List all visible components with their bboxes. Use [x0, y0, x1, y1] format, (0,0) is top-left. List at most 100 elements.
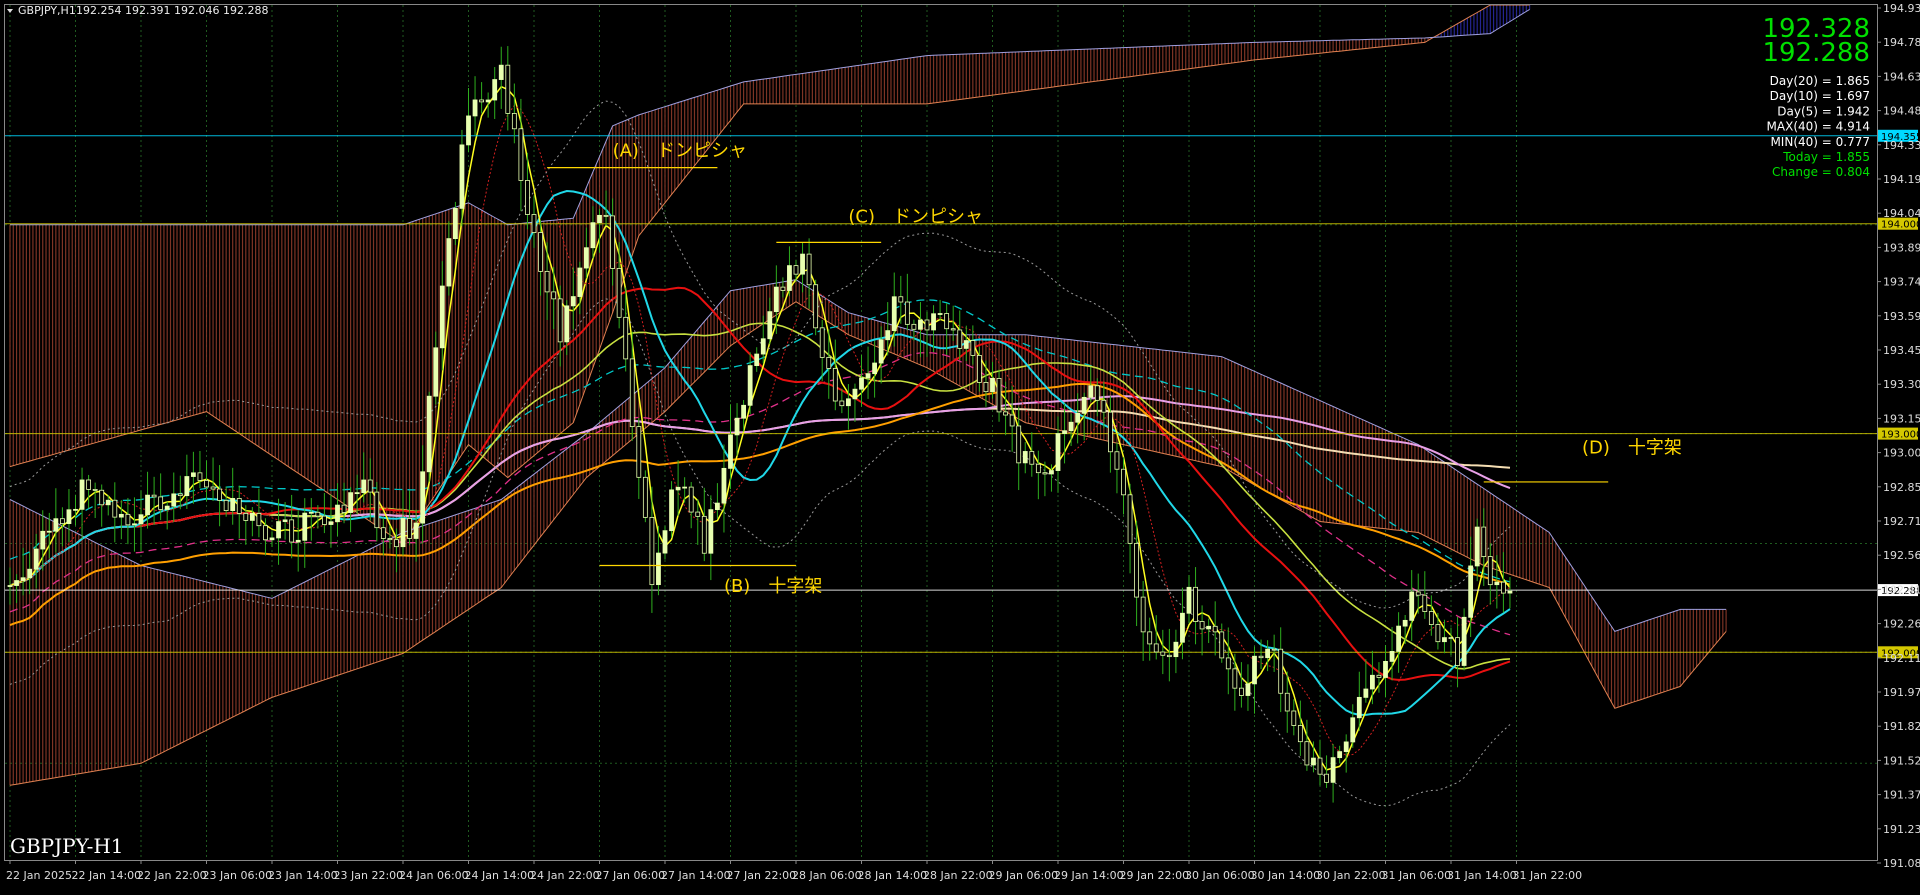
candle-body: [963, 340, 969, 349]
candle-body: [1383, 661, 1388, 678]
candle-body: [289, 519, 295, 543]
stat-line: Day(5) = 1.942: [1777, 104, 1870, 118]
candle-body: [544, 270, 550, 293]
candle-body: [1252, 655, 1257, 685]
y-tick-label: 194.335: [1883, 139, 1920, 152]
price-label: 193.000: [1881, 430, 1920, 441]
y-tick-label: 191.525: [1883, 754, 1920, 767]
candle-body: [1435, 624, 1441, 643]
candle-body: [715, 502, 720, 511]
x-tick-label: 29 Jan 06:00: [989, 869, 1059, 882]
candle-body: [1180, 612, 1185, 643]
candle-body: [754, 353, 760, 367]
candle-body: [1193, 586, 1198, 622]
x-tick-label: 31 Jan 06:00: [1382, 869, 1452, 882]
candle-body: [7, 585, 13, 587]
x-tick-label: 29 Jan 14:00: [1054, 869, 1124, 882]
candle-body: [806, 253, 812, 286]
candle-body: [295, 539, 301, 543]
candle-body: [747, 365, 753, 406]
candle-body: [118, 513, 124, 518]
candle-body: [387, 538, 393, 541]
candle-body: [904, 301, 910, 325]
candle-body: [498, 64, 504, 80]
candle-body: [236, 498, 242, 514]
y-tick-label: 194.485: [1883, 105, 1920, 118]
candle-body: [656, 552, 661, 586]
candle-body: [695, 511, 701, 517]
candle-body: [800, 253, 805, 275]
candle-body: [1494, 581, 1500, 586]
candle-body: [669, 489, 674, 532]
candle-body: [46, 530, 52, 533]
candle-body: [354, 492, 360, 495]
candle-body: [931, 313, 936, 331]
candle-body: [210, 486, 216, 490]
candle-body: [1049, 470, 1054, 475]
y-tick-label: 193.450: [1883, 344, 1920, 357]
candle-body: [1114, 451, 1120, 470]
y-tick-label: 193.300: [1883, 378, 1920, 391]
stat-line: Day(20) = 1.865: [1770, 74, 1870, 88]
candle-body: [642, 476, 648, 518]
y-tick-label: 193.150: [1883, 412, 1920, 425]
candle-body: [590, 222, 596, 249]
ask-price: 192.288: [1762, 38, 1870, 68]
candle-body: [728, 434, 733, 469]
candle-body: [1199, 621, 1205, 630]
price-label: 194.000: [1881, 220, 1920, 231]
candle-body: [125, 513, 131, 526]
candle-body: [1501, 581, 1506, 594]
x-tick-label: 28 Jan 22:00: [923, 869, 993, 882]
candle-body: [551, 291, 557, 300]
y-tick-label: 191.080: [1883, 857, 1920, 870]
candle-body: [1317, 757, 1323, 775]
candle-body: [1206, 625, 1212, 630]
candle-body: [793, 265, 799, 275]
stat-line: MIN(40) = 0.777: [1770, 135, 1870, 149]
candle-body: [708, 509, 714, 554]
price-chart[interactable]: (A) ドンピシャ(C) ドンピシャ(B) 十字架(D) 十字架 194.355…: [0, 0, 1920, 891]
candle-body: [1278, 648, 1284, 694]
stat-line: Day(10) = 1.697: [1770, 89, 1870, 103]
candle-body: [1271, 648, 1277, 651]
candle-body: [33, 548, 39, 570]
candle-body: [865, 373, 871, 379]
candle-body: [983, 382, 989, 393]
candle-body: [256, 512, 262, 527]
candle-body: [1022, 451, 1028, 464]
candle-body: [603, 214, 609, 217]
candle-body: [891, 296, 897, 332]
candle-body: [1330, 757, 1336, 783]
candle-body: [826, 356, 832, 369]
candle-body: [171, 493, 177, 507]
candle-body: [380, 527, 386, 539]
candle-body: [950, 328, 956, 331]
candle-body: [570, 296, 576, 307]
candle-body: [112, 499, 118, 518]
y-tick-label: 193.745: [1883, 276, 1920, 289]
chart-frame: (A) ドンピシャ (C) ドンピシャ (B) 十字架 (D) 十字架 194.355…: [0, 0, 1920, 891]
candle-body: [66, 509, 72, 524]
x-tick-label: 23 Jan 06:00: [203, 869, 273, 882]
x-tick-label: 28 Jan 06:00: [792, 869, 862, 882]
candle-body: [787, 265, 792, 291]
candle-body: [263, 525, 268, 541]
candle-body: [675, 486, 681, 491]
candle-body: [341, 504, 347, 513]
candle-body: [86, 479, 91, 490]
candle-body: [1481, 526, 1487, 557]
candle-body: [721, 467, 727, 504]
candle-body: [1258, 655, 1264, 659]
y-tick-label: 191.230: [1883, 823, 1920, 836]
candle-body: [164, 505, 170, 510]
y-tick-label: 192.855: [1883, 481, 1920, 494]
candle-body: [1363, 688, 1369, 698]
candle-body: [92, 489, 98, 491]
candle-body: [1402, 619, 1408, 627]
candle-body: [1343, 741, 1349, 752]
candle-body: [282, 519, 288, 522]
candle-body: [1468, 565, 1474, 618]
candle-body: [361, 479, 367, 494]
candle-body: [832, 368, 838, 402]
